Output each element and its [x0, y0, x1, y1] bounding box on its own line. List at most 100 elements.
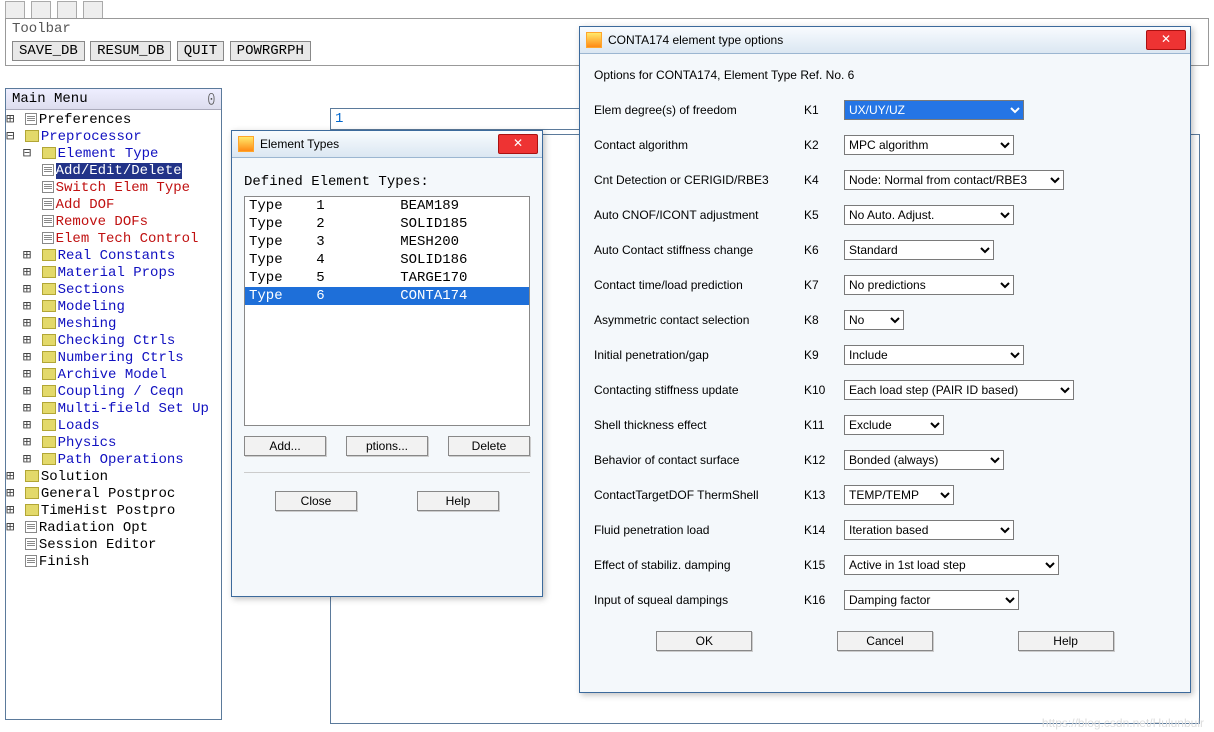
options-button[interactable]: ptions... — [346, 436, 428, 456]
tree-timehist-postpro[interactable]: ⊞ TimeHist Postpro — [6, 503, 221, 520]
option-key: K7 — [804, 278, 844, 292]
main-menu-title: Main Menu — [12, 89, 88, 109]
option-row: Asymmetric contact selectionK8No — [594, 302, 1176, 337]
tree-loads[interactable]: ⊞ Loads — [6, 418, 221, 435]
option-select-k11[interactable]: Exclude — [844, 415, 944, 435]
option-row: Input of squeal dampingsK16Damping facto… — [594, 582, 1176, 617]
option-key: K8 — [804, 313, 844, 327]
option-row: ContactTargetDOF ThermShellK13TEMP/TEMP — [594, 477, 1176, 512]
option-label: Cnt Detection or CERIGID/RBE3 — [594, 173, 804, 187]
close-icon[interactable]: ✕ — [498, 134, 538, 154]
tree-general-postproc[interactable]: ⊞ General Postproc — [6, 486, 221, 503]
option-row: Contact time/load predictionK7No predict… — [594, 267, 1176, 302]
tree-add-dof[interactable]: Add DOF — [6, 197, 221, 214]
tree-material-props[interactable]: ⊞ Material Props — [6, 265, 221, 282]
element-types-title: Element Types — [260, 137, 339, 151]
option-row: Shell thickness effectK11Exclude — [594, 407, 1176, 442]
tree-solution[interactable]: ⊞ Solution — [6, 469, 221, 486]
tree-add-edit-delete[interactable]: Add/Edit/Delete — [6, 163, 221, 180]
defined-element-types-heading: Defined Element Types: — [244, 174, 530, 190]
option-select-k14[interactable]: Iteration based — [844, 520, 1014, 540]
tree-path-operations[interactable]: ⊞ Path Operations — [6, 452, 221, 469]
element-type-row[interactable]: Type 1 BEAM189 — [245, 197, 529, 215]
cancel-button[interactable]: Cancel — [837, 631, 933, 651]
watermark: https://blog.csdn.net/Hulunbuir — [1042, 716, 1204, 730]
tree-coupling-ceqn[interactable]: ⊞ Coupling / Ceqn — [6, 384, 221, 401]
tree-switch-elem-type[interactable]: Switch Elem Type — [6, 180, 221, 197]
option-select-k9[interactable]: Include — [844, 345, 1024, 365]
option-select-k7[interactable]: No predictions — [844, 275, 1014, 295]
element-type-row[interactable]: Type 5 TARGE170 — [245, 269, 529, 287]
main-menu-panel: Main Menu ⨀ ⊞ Preferences ⊟ Preprocessor… — [5, 88, 222, 720]
delete-button[interactable]: Delete — [448, 436, 530, 456]
option-label: Effect of stabiliz. damping — [594, 558, 804, 572]
tree-elem-tech-control[interactable]: Elem Tech Control — [6, 231, 221, 248]
option-label: Input of squeal dampings — [594, 593, 804, 607]
tree-checking-ctrls[interactable]: ⊞ Checking Ctrls — [6, 333, 221, 350]
option-label: Auto CNOF/ICONT adjustment — [594, 208, 804, 222]
tree-element-type[interactable]: ⊟ Element Type — [6, 146, 221, 163]
tree-numbering-ctrls[interactable]: ⊞ Numbering Ctrls — [6, 350, 221, 367]
tree-modeling[interactable]: ⊞ Modeling — [6, 299, 221, 316]
element-type-row[interactable]: Type 4 SOLID186 — [245, 251, 529, 269]
options-help-button[interactable]: Help — [1018, 631, 1114, 651]
option-row: Initial penetration/gapK9Include — [594, 337, 1176, 372]
option-row: Effect of stabiliz. dampingK15Active in … — [594, 547, 1176, 582]
collapse-icon[interactable]: ⨀ — [208, 89, 215, 109]
option-key: K9 — [804, 348, 844, 362]
element-type-row[interactable]: Type 3 MESH200 — [245, 233, 529, 251]
powrgrph-button[interactable]: POWRGRPH — [230, 41, 311, 61]
option-row: Auto Contact stiffness changeK6Standard — [594, 232, 1176, 267]
option-label: Initial penetration/gap — [594, 348, 804, 362]
option-select-k5[interactable]: No Auto. Adjust. — [844, 205, 1014, 225]
tree-radiation-opt[interactable]: ⊞ Radiation Opt — [6, 520, 221, 537]
option-select-k4[interactable]: Node: Normal from contact/RBE3 — [844, 170, 1064, 190]
element-type-row[interactable]: Type 2 SOLID185 — [245, 215, 529, 233]
close-icon[interactable]: ✕ — [1146, 30, 1186, 50]
option-row: Cnt Detection or CERIGID/RBE3K4Node: Nor… — [594, 162, 1176, 197]
tree-finish[interactable]: Finish — [6, 554, 221, 571]
tree-real-constants[interactable]: ⊞ Real Constants — [6, 248, 221, 265]
quit-button[interactable]: QUIT — [177, 41, 225, 61]
option-key: K16 — [804, 593, 844, 607]
option-select-k15[interactable]: Active in 1st load step — [844, 555, 1059, 575]
option-key: K4 — [804, 173, 844, 187]
tree-meshing[interactable]: ⊞ Meshing — [6, 316, 221, 333]
option-row: Behavior of contact surfaceK12Bonded (al… — [594, 442, 1176, 477]
tree-physics[interactable]: ⊞ Physics — [6, 435, 221, 452]
option-select-k16[interactable]: Damping factor — [844, 590, 1019, 610]
option-row: Contact algorithmK2MPC algorithm — [594, 127, 1176, 162]
tree-preprocessor[interactable]: ⊟ Preprocessor — [6, 129, 221, 146]
option-label: Contact algorithm — [594, 138, 804, 152]
tree-session-editor[interactable]: Session Editor — [6, 537, 221, 554]
option-key: K2 — [804, 138, 844, 152]
ok-button[interactable]: OK — [656, 631, 752, 651]
option-select-k10[interactable]: Each load step (PAIR ID based) — [844, 380, 1074, 400]
option-select-k1[interactable]: UX/UY/UZ — [844, 100, 1024, 120]
add-button[interactable]: Add... — [244, 436, 326, 456]
tree-archive-model[interactable]: ⊞ Archive Model — [6, 367, 221, 384]
option-label: Asymmetric contact selection — [594, 313, 804, 327]
tree-preferences[interactable]: ⊞ Preferences — [6, 112, 221, 129]
save-db-button[interactable]: SAVE_DB — [12, 41, 85, 61]
conta174-options-dialog: CONTA174 element type options ✕ Options … — [579, 26, 1191, 693]
option-label: Fluid penetration load — [594, 523, 804, 537]
option-select-k6[interactable]: Standard — [844, 240, 994, 260]
option-select-k8[interactable]: No — [844, 310, 904, 330]
option-label: Shell thickness effect — [594, 418, 804, 432]
tree-sections[interactable]: ⊞ Sections — [6, 282, 221, 299]
element-type-row[interactable]: Type 6 CONTA174 — [245, 287, 529, 305]
element-types-list[interactable]: Type 1 BEAM189Type 2 SOLID185Type 3 MESH… — [244, 196, 530, 426]
resum-db-button[interactable]: RESUM_DB — [90, 41, 171, 61]
option-select-k12[interactable]: Bonded (always) — [844, 450, 1004, 470]
close-button[interactable]: Close — [275, 491, 357, 511]
option-label: ContactTargetDOF ThermShell — [594, 488, 804, 502]
help-button[interactable]: Help — [417, 491, 499, 511]
option-select-k2[interactable]: MPC algorithm — [844, 135, 1014, 155]
tree-remove-dofs[interactable]: Remove DOFs — [6, 214, 221, 231]
option-label: Contact time/load prediction — [594, 278, 804, 292]
option-select-k13[interactable]: TEMP/TEMP — [844, 485, 954, 505]
tree-multifield[interactable]: ⊞ Multi-field Set Up — [6, 401, 221, 418]
option-key: K12 — [804, 453, 844, 467]
option-key: K13 — [804, 488, 844, 502]
